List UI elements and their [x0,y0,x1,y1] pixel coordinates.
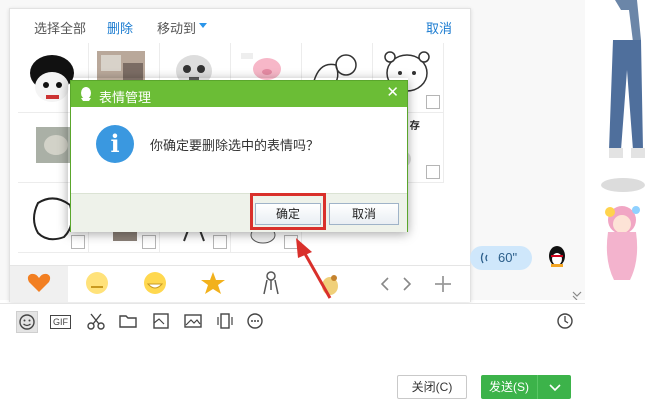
close-icon[interactable]: ✕ [386,85,399,101]
image-tool-icon[interactable] [151,311,173,333]
dialog-message: 你确定要删除选中的表情吗？ [150,138,320,153]
qq-penguin-avatar [549,246,565,267]
picture-icon[interactable] [183,311,205,333]
smiley-grin-icon [144,272,166,294]
sticker-checkbox[interactable] [213,235,227,249]
qq-logo-icon [81,87,91,101]
more-icon[interactable] [245,311,267,333]
cancel-link[interactable]: 取消 [426,18,452,37]
chevron-down-icon[interactable] [199,23,207,28]
sticker-checkbox[interactable] [71,235,85,249]
voice-message-bubble[interactable]: 60" [470,246,532,270]
folder-icon[interactable] [118,311,140,333]
input-toolbar: GIF [0,303,585,338]
gif-icon[interactable]: GIF [50,311,72,333]
confirm-dialog: 表情管理 ✕ i 你确定要删除选中的表情吗？ 确定 取消 [70,80,408,232]
scroll-arrows [380,277,412,291]
tab-favorites[interactable] [10,266,68,302]
red-arrow-annotation [296,238,332,299]
chevron-right-icon [403,277,412,291]
dialog-title: 表情管理 [99,90,152,105]
tab-emoji-plain[interactable] [68,266,126,302]
highlight-box [250,193,326,230]
chevron-down-icon [549,384,561,392]
smiley-icon[interactable] [16,311,38,333]
collapse-icon[interactable] [571,290,583,300]
delete-button[interactable]: 删除 [107,18,133,37]
dialog-footer: 确定 取消 [71,193,407,232]
move-to-button[interactable]: 移动到 [157,18,196,37]
clock-icon[interactable] [555,311,577,333]
dialog-body: i 你确定要删除选中的表情吗？ [71,107,407,193]
sticker-panel-header: 选择全部 删除 移动到 取消 [10,9,470,43]
heart-icon [27,273,51,292]
anime-girl-sticker [605,206,640,280]
sticker-checkbox[interactable] [142,235,156,249]
send-options-button[interactable] [537,375,571,399]
select-all-button[interactable]: 选择全部 [34,18,86,37]
star-icon [201,272,225,294]
voice-duration: 60" [498,250,518,265]
tab-emoji-grin[interactable] [126,266,184,302]
chevron-left-icon [380,277,389,291]
voice-wave-icon [480,252,488,264]
scissors-icon[interactable] [86,311,108,333]
send-button[interactable]: 发送(S) [481,375,537,399]
sticker-checkbox[interactable] [426,95,440,109]
shake-icon[interactable] [215,311,237,333]
tab-star[interactable] [184,266,242,302]
dialog-cancel-button[interactable]: 取消 [329,203,399,225]
sticker-category-tabs [10,265,470,302]
dialog-titlebar: 表情管理 ✕ [71,81,407,107]
info-icon: i [96,125,134,163]
sticker-checkbox[interactable] [426,165,440,179]
smiley-plain-icon [86,272,108,294]
plus-icon[interactable] [434,275,452,293]
avatar-character-figure [601,0,645,192]
close-button[interactable]: 关闭(C) [397,375,467,399]
